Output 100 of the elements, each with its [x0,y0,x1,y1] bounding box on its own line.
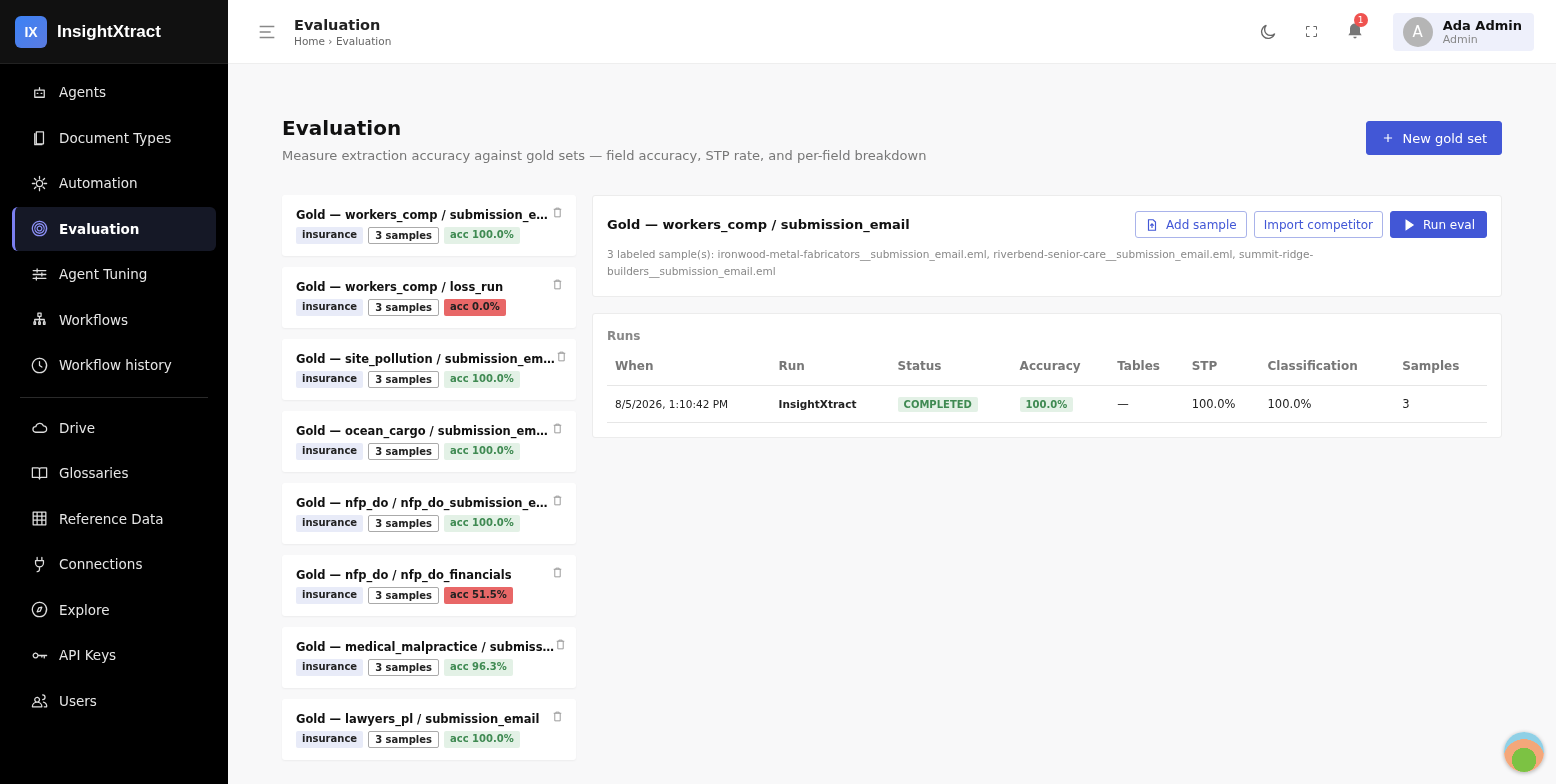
evaluation-set-card[interactable]: Gold — ocean_cargo / submission_em… insurance 3 samples acc 100.0% [282,411,576,472]
play-icon [1402,217,1416,232]
samples-tag: 3 samples [368,587,440,604]
accuracy-tag: acc 100.0% [444,443,520,460]
column-header: STP [1183,359,1260,386]
accuracy-badge: 100.0% [1019,397,1074,412]
accuracy-tag: acc 100.0% [444,371,520,388]
user-name: Ada Admin [1442,17,1522,33]
samples-description: 3 labeled sample(s): ironwood-metal-fabricators__submission_email.eml, riverbend-senior-care__submission_email.eml, summit-ridge-builders__submission_email.eml [607,247,1315,280]
evaluation-set-title: Gold — site_pollution / submission_em… [296,352,555,366]
users-icon [30,691,49,710]
table-icon [30,509,49,528]
samples-tag: 3 samples [368,515,440,532]
evaluation-set-card[interactable]: Gold — medical_malpractice / submiss… insurance 3 samples acc 96.3% [282,627,576,688]
evaluation-set-title: Gold — workers_comp / submission_e… [296,208,548,222]
nav-item[interactable]: Agents [12,70,216,114]
evaluation-set-card[interactable]: Gold — lawyers_pl / submission_email insurance 3 samples acc 100.0% [282,699,576,760]
evaluation-set-title: Gold — nfp_do / nfp_do_submission_e… [296,496,548,510]
nav-item[interactable]: Agent Tuning [12,252,216,296]
column-header: Tables [1109,359,1184,386]
logo-badge: IX [15,15,47,48]
nav-item[interactable]: Document Types [12,115,216,160]
nav-item[interactable]: Explore [12,587,216,632]
nav-item[interactable]: Users [12,678,216,723]
domain-tag: insurance [296,227,364,244]
user-menu[interactable]: A Ada Admin Admin [1392,12,1534,51]
nav-item[interactable]: Drive [12,405,216,450]
trash-icon[interactable] [551,710,564,723]
table-cell: — [1109,385,1184,423]
column-header: When [607,359,771,386]
accuracy-tag: acc 51.5% [444,587,513,604]
domain-tag: insurance [296,731,364,748]
domain-tag: insurance [296,371,364,388]
nav-item[interactable]: Connections [12,542,216,586]
target-icon [30,219,49,238]
user-role: Admin [1442,32,1479,46]
evaluation-set-card[interactable]: Gold — workers_comp / loss_run insurance 3 samples acc 0.0% [282,267,576,328]
column-header: Samples [1394,359,1487,386]
domain-tag: insurance [296,515,364,532]
accuracy-tag: acc 100.0% [444,227,520,244]
evaluation-set-title: Gold — medical_malpractice / submiss… [296,640,555,654]
accuracy-tag: acc 0.0% [444,299,506,316]
column-header: Status [889,359,1012,386]
accuracy-tag: acc 100.0% [444,731,520,748]
trash-icon[interactable] [551,278,564,291]
runs-title: Runs [607,329,642,343]
run-eval-button[interactable]: Run eval [1390,211,1487,238]
add-sample-button[interactable]: Add sample [1135,211,1247,238]
samples-tag: 3 samples [368,731,440,748]
evaluation-set-card[interactable]: Gold — site_pollution / submission_em… insurance 3 samples acc 100.0% [282,339,576,400]
domain-tag: insurance [296,659,364,676]
nav-item[interactable]: Reference Data [12,496,216,541]
column-header: Classification [1259,359,1395,386]
column-header: Accuracy [1011,359,1110,386]
detail-title: Gold — workers_comp / submission_email [607,217,910,232]
evaluation-set-card[interactable]: Gold — nfp_do / nfp_do_financials insurance 3 samples acc 51.5% [282,555,576,616]
table-cell: 100.0% [1259,385,1395,423]
new-set-button[interactable]: New gold set [1366,121,1502,155]
table-cell: 8/5/2026, 1:10:42 PM [607,385,771,423]
domain-tag: insurance [296,299,364,316]
nav-item[interactable]: Workflows [12,297,216,342]
nav-item[interactable]: Automation [12,161,216,205]
evaluation-set-title: Gold — lawyers_pl / submission_email [296,712,540,726]
nav-item[interactable]: API Keys [12,633,216,677]
trash-icon[interactable] [551,206,564,219]
evaluation-set-card[interactable]: Gold — workers_comp / submission_e… insurance 3 samples acc 100.0% [282,195,576,256]
breadcrumb: Home › Evaluation [294,34,392,47]
page-subtitle: Measure extraction accuracy against gold sets — field accuracy, STP rate, and per-field breakdown [282,148,927,163]
page-header-title: Evaluation [294,16,382,33]
notification-badge: 1 [1353,12,1368,27]
evaluation-set-title: Gold — nfp_do / nfp_do_financials [296,568,512,582]
samples-tag: 3 samples [368,443,440,460]
evaluation-set-title: Gold — workers_comp / loss_run [296,280,504,294]
trash-icon[interactable] [551,566,564,579]
samples-tag: 3 samples [368,659,440,676]
samples-tag: 3 samples [368,299,440,316]
trash-icon[interactable] [551,494,564,507]
samples-tag: 3 samples [368,227,440,244]
domain-tag: insurance [296,443,364,460]
accuracy-tag: acc 100.0% [444,515,520,532]
avatar: A [1402,16,1433,47]
domain-tag: insurance [296,587,364,604]
table-cell: InsightXtract [770,385,890,423]
nav-item[interactable]: Evaluation [12,206,216,251]
evaluation-set-card[interactable]: Gold — nfp_do / nfp_do_submission_e… insurance 3 samples acc 100.0% [282,483,576,544]
evaluation-set-title: Gold — ocean_cargo / submission_em… [296,424,548,438]
trash-icon[interactable] [551,422,564,435]
import-competitor-button[interactable]: Import competitor [1253,211,1383,238]
fullscreen-icon[interactable] [1303,24,1319,39]
page-title: Evaluation [282,116,403,140]
table-cell: 100.0% [1183,385,1260,423]
brand-name: InsightXtract [57,21,161,42]
clock-icon [30,355,49,375]
samples-tag: 3 samples [368,371,440,388]
column-header: Run [770,359,890,386]
status-badge: COMPLETED [897,397,978,412]
nav-item[interactable]: Workflow history [12,343,216,387]
nav-item[interactable]: Glossaries [12,451,216,495]
file-upload-icon [1145,217,1159,232]
compass-icon [30,600,49,619]
